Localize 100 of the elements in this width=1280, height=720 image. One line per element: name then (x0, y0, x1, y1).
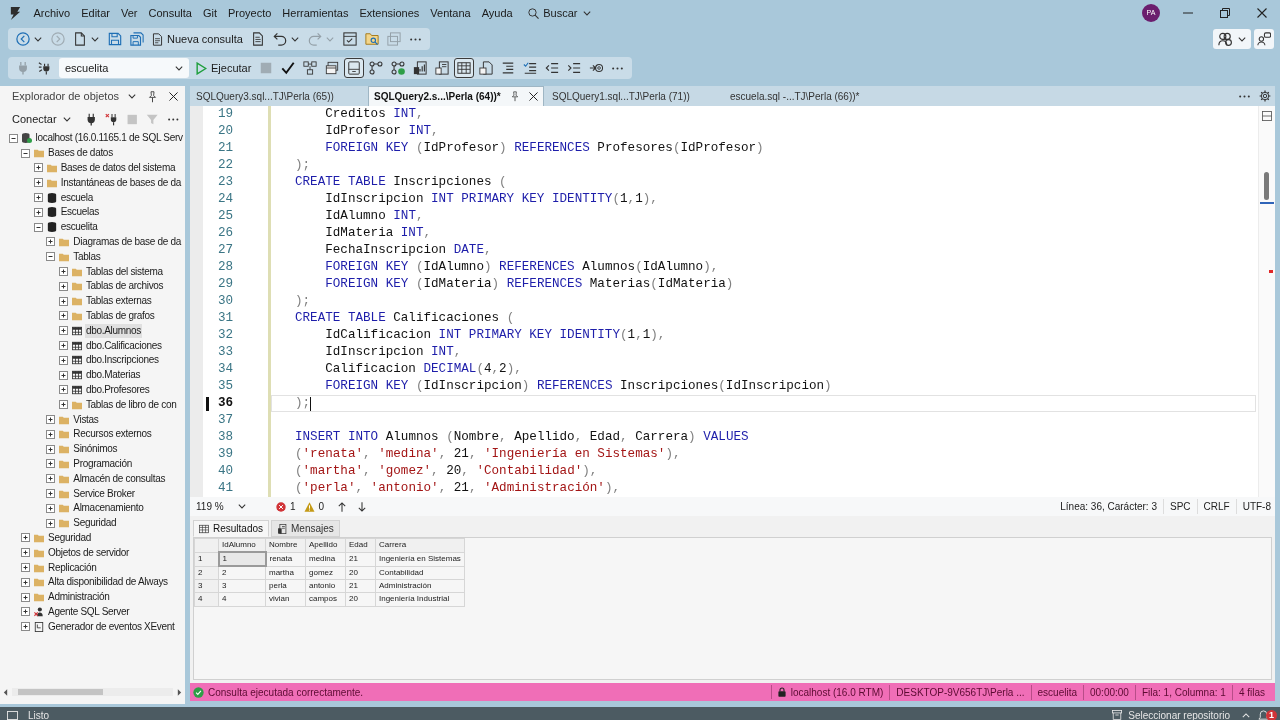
expand-icon[interactable] (21, 577, 31, 587)
repository-selector[interactable]: Seleccionar repositorio (1128, 707, 1230, 720)
toggle-button[interactable] (344, 58, 365, 78)
editor-tab[interactable]: SQLQuery2.s...\Perla (64))* (368, 86, 544, 106)
close-icon[interactable] (169, 92, 178, 101)
column-header[interactable]: Nombre (265, 538, 306, 552)
tree-item[interactable]: Tablas del sistema (84, 264, 164, 279)
more-icon[interactable] (409, 37, 421, 41)
page-icon[interactable] (73, 32, 87, 46)
split-window-icon[interactable] (1262, 111, 1272, 121)
undo-icon[interactable] (272, 32, 287, 46)
page-box-icon[interactable] (479, 61, 494, 75)
chart-page-icon[interactable] (413, 61, 428, 75)
settings-icon[interactable] (1259, 90, 1271, 102)
caret-icon[interactable] (128, 94, 136, 99)
list-lines-icon[interactable] (501, 61, 516, 75)
expand-icon[interactable] (21, 548, 31, 558)
minimize-icon[interactable] (1182, 12, 1193, 14)
expand-icon[interactable] (21, 533, 31, 543)
tree-item[interactable]: Tablas (72, 249, 102, 264)
expand-icon[interactable] (58, 311, 68, 321)
menu-item[interactable]: Consulta (142, 4, 198, 22)
tree-item[interactable]: Seguridad (72, 516, 118, 531)
arrow-down-icon[interactable] (358, 501, 367, 512)
expand-icon[interactable] (21, 607, 31, 617)
tree-item[interactable]: Programación (72, 456, 133, 471)
close-icon[interactable] (529, 92, 538, 101)
menu-item[interactable]: Ayuda (476, 4, 519, 22)
tree-item[interactable]: Tablas de archivos (84, 279, 165, 294)
expand-icon[interactable] (46, 474, 56, 484)
tree-item[interactable]: Tablas externas (84, 294, 153, 309)
column-header[interactable]: Edad (345, 538, 376, 552)
horizontal-scrollbar[interactable] (12, 688, 173, 696)
tree-item[interactable]: Recursos externos (72, 427, 153, 442)
tree-item[interactable]: Diagramas de base de da (72, 234, 182, 249)
tree-item[interactable]: Service Broker (72, 486, 136, 501)
results-tab[interactable]: Resultados (193, 520, 270, 537)
expand-icon[interactable] (58, 341, 68, 351)
tree-item[interactable]: Agente SQL Server (47, 604, 131, 619)
outdent-icon[interactable] (545, 61, 560, 75)
expand-icon[interactable] (58, 400, 68, 410)
collapse-icon[interactable] (33, 222, 43, 232)
collapse-icon[interactable] (21, 148, 31, 158)
tree-item[interactable]: Sinónimos (72, 442, 119, 457)
app-logo-icon[interactable] (9, 5, 22, 21)
expand-icon[interactable] (58, 370, 68, 380)
scrollbar-thumb[interactable] (1264, 172, 1269, 200)
results-tab[interactable]: Mensajes (271, 520, 340, 537)
expand-icon[interactable] (21, 592, 31, 602)
editor-tab[interactable]: SQLQuery3.sql...TJ\Perla (65)) (190, 86, 366, 106)
tree-item[interactable]: dbo.Profesores (84, 382, 151, 397)
menu-item[interactable]: Herramientas (276, 4, 354, 22)
tree-item[interactable]: Alta disponibilidad de Always (47, 575, 169, 590)
caret-icon[interactable] (290, 36, 299, 42)
tree-item[interactable]: Objetos de servidor (47, 545, 131, 560)
expand-icon[interactable] (33, 193, 43, 203)
tree-item[interactable]: Bases de datos (47, 146, 114, 161)
folder-search-icon[interactable] (364, 32, 379, 46)
expand-icon[interactable] (58, 281, 68, 291)
menu-item[interactable]: Extensiones (353, 4, 425, 22)
indent-icon[interactable] (567, 61, 582, 75)
tree-item[interactable]: Vistas (72, 412, 100, 427)
diagram-icon[interactable] (303, 61, 318, 75)
more-icon[interactable] (168, 117, 179, 121)
square-outline-icon[interactable] (7, 710, 18, 720)
expand-icon[interactable] (46, 503, 56, 513)
more-icon[interactable] (1239, 94, 1250, 98)
expand-icon[interactable] (21, 622, 31, 632)
tree-item[interactable]: localhost (16.0.1165.1 de SQL Serv (34, 131, 184, 146)
caret-icon[interactable] (34, 36, 42, 42)
tree-item[interactable]: dbo.Alumnos (84, 323, 142, 338)
collapse-icon[interactable] (46, 252, 56, 262)
editor-tab[interactable]: escuela.sql -...TJ\Perla (66))* (724, 86, 900, 106)
back-icon[interactable] (16, 32, 30, 46)
expand-icon[interactable] (58, 385, 68, 395)
collapse-icon[interactable] (8, 133, 18, 143)
expand-icon[interactable] (46, 489, 56, 498)
expand-icon[interactable] (58, 296, 68, 306)
plug-spark-icon[interactable] (38, 61, 52, 75)
menu-item[interactable]: Ver (115, 4, 143, 22)
zoom-select[interactable]: 119 % (194, 499, 248, 514)
encoding[interactable]: UTF-8 (1235, 499, 1271, 514)
pin-icon[interactable] (511, 91, 519, 102)
caret-icon[interactable] (91, 36, 99, 42)
expand-icon[interactable] (46, 429, 56, 439)
connect-button[interactable]: Conectar (10, 110, 73, 128)
tree-item[interactable]: Instantáneas de bases de da (59, 175, 183, 190)
editor-tab[interactable]: SQLQuery1.sql...TJ\Perla (71)) (546, 86, 722, 106)
tree-item[interactable]: Escuelas (59, 205, 100, 220)
expand-icon[interactable] (46, 444, 56, 454)
tree-item[interactable]: Replicación (47, 560, 98, 575)
expand-icon[interactable] (46, 415, 56, 425)
nodes-icon[interactable] (369, 61, 384, 75)
expand-icon[interactable] (58, 355, 68, 365)
window-check-icon[interactable] (342, 32, 357, 46)
tree-item[interactable]: Almacenamiento (72, 501, 145, 516)
menu-item[interactable]: Editar (75, 4, 116, 22)
tree-item[interactable]: Tablas de libro de con (84, 397, 178, 412)
nodes-check-icon[interactable] (391, 61, 406, 75)
database-select[interactable]: escuelita (59, 58, 189, 78)
